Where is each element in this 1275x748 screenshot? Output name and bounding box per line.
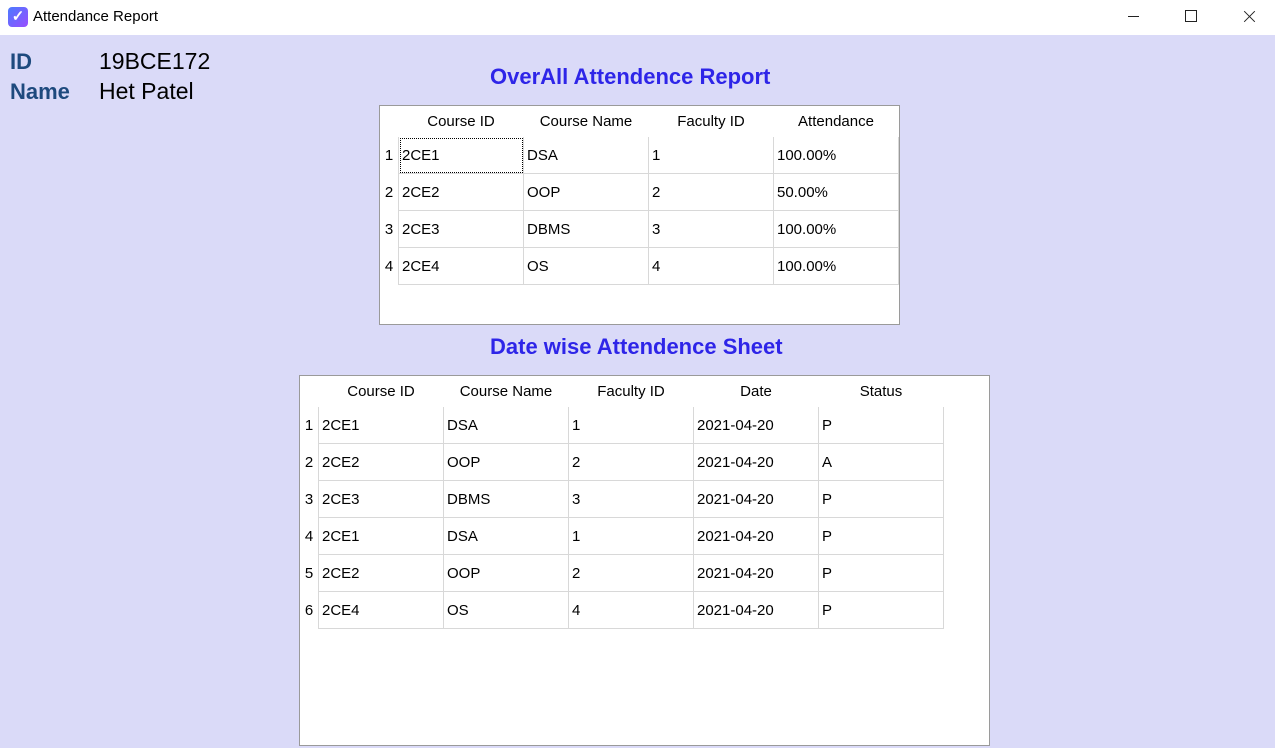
- table-cell[interactable]: 2021-04-20: [693, 407, 819, 444]
- column-header[interactable]: Status: [818, 376, 944, 407]
- table-cell[interactable]: 3: [648, 210, 774, 248]
- row-number[interactable]: 2: [380, 174, 399, 211]
- row-number[interactable]: 4: [300, 518, 319, 555]
- maximize-button[interactable]: [1162, 0, 1220, 33]
- table-cell[interactable]: P: [818, 591, 944, 629]
- table-cell[interactable]: 100.00%: [773, 137, 899, 174]
- row-number[interactable]: 3: [380, 211, 399, 248]
- table-cell[interactable]: OOP: [523, 173, 649, 211]
- table-cell[interactable]: 2CE1: [318, 517, 444, 555]
- table-cell[interactable]: P: [818, 407, 944, 444]
- table-row[interactable]: 1 2CE1 DSA 1 100.00%: [380, 137, 899, 174]
- column-header[interactable]: Course Name: [523, 106, 649, 137]
- column-header[interactable]: Course Name: [443, 376, 569, 407]
- row-number[interactable]: 3: [300, 481, 319, 518]
- row-number[interactable]: 6: [300, 592, 319, 629]
- column-header[interactable]: Faculty ID: [568, 376, 694, 407]
- table-row[interactable]: 2 2CE2 OOP 2 50.00%: [380, 173, 899, 211]
- table-cell[interactable]: 1: [568, 407, 694, 444]
- table-row[interactable]: 3 2CE3 DBMS 3 100.00%: [380, 210, 899, 248]
- column-header[interactable]: Course ID: [318, 376, 444, 407]
- row-number-header: [380, 106, 399, 137]
- column-header[interactable]: Faculty ID: [648, 106, 774, 137]
- table-row[interactable]: 4 2CE4 OS 4 100.00%: [380, 247, 899, 285]
- table-header-row: Course ID Course Name Faculty ID Date St…: [300, 376, 944, 407]
- table-cell[interactable]: DSA: [443, 517, 569, 555]
- app-checkmark-icon: ✓: [8, 7, 28, 27]
- table-cell[interactable]: 2CE2: [398, 173, 524, 211]
- table-cell[interactable]: 2CE1: [398, 137, 524, 174]
- table-cell[interactable]: A: [818, 443, 944, 481]
- table-cell[interactable]: 2CE2: [318, 554, 444, 592]
- title-bar: ✓ Attendance Report: [0, 0, 1275, 35]
- table-cell[interactable]: P: [818, 480, 944, 518]
- table-cell[interactable]: 100.00%: [773, 247, 899, 285]
- table-cell[interactable]: 2CE3: [398, 210, 524, 248]
- column-header[interactable]: Course ID: [398, 106, 524, 137]
- table-cell[interactable]: 3: [568, 480, 694, 518]
- table-cell[interactable]: 2CE1: [318, 407, 444, 444]
- table-row[interactable]: 5 2CE2 OOP 2 2021-04-20 P: [300, 554, 944, 592]
- table-row[interactable]: 3 2CE3 DBMS 3 2021-04-20 P: [300, 480, 944, 518]
- table-cell[interactable]: 2: [648, 173, 774, 211]
- row-number[interactable]: 2: [300, 444, 319, 481]
- table-row[interactable]: 4 2CE1 DSA 1 2021-04-20 P: [300, 517, 944, 555]
- table-row[interactable]: 6 2CE4 OS 4 2021-04-20 P: [300, 591, 944, 629]
- table-cell[interactable]: P: [818, 517, 944, 555]
- table-cell[interactable]: P: [818, 554, 944, 592]
- table-cell[interactable]: DSA: [523, 137, 649, 174]
- table-cell[interactable]: 2CE4: [318, 591, 444, 629]
- table-cell[interactable]: OOP: [443, 554, 569, 592]
- table-cell[interactable]: DSA: [443, 407, 569, 444]
- table-header-row: Course ID Course Name Faculty ID Attenda…: [380, 106, 899, 137]
- table-cell[interactable]: DBMS: [523, 210, 649, 248]
- table-cell[interactable]: 4: [568, 591, 694, 629]
- table-cell[interactable]: 100.00%: [773, 210, 899, 248]
- column-header[interactable]: Attendance: [773, 106, 899, 137]
- table-cell[interactable]: 2: [568, 554, 694, 592]
- table-cell[interactable]: OS: [523, 247, 649, 285]
- overall-report-heading: OverAll Attendence Report: [490, 64, 771, 89]
- id-label: ID: [10, 49, 32, 74]
- table-cell[interactable]: 2021-04-20: [693, 480, 819, 518]
- table-cell[interactable]: 2: [568, 443, 694, 481]
- window-title: Attendance Report: [33, 8, 159, 25]
- table-cell[interactable]: OS: [443, 591, 569, 629]
- table-cell[interactable]: 2021-04-20: [693, 591, 819, 629]
- row-number[interactable]: 1: [380, 137, 399, 174]
- table-cell[interactable]: 2021-04-20: [693, 554, 819, 592]
- table-cell[interactable]: 2021-04-20: [693, 517, 819, 555]
- id-value: 19BCE172: [99, 48, 211, 74]
- table-cell[interactable]: 1: [648, 137, 774, 174]
- name-value: Het Patel: [99, 78, 194, 104]
- table-cell[interactable]: 4: [648, 247, 774, 285]
- datewise-sheet-heading: Date wise Attendence Sheet: [490, 334, 783, 359]
- overall-attendance-table[interactable]: Course ID Course Name Faculty ID Attenda…: [379, 105, 900, 325]
- row-number[interactable]: 4: [380, 248, 399, 285]
- column-header[interactable]: Date: [693, 376, 819, 407]
- minimize-button[interactable]: [1104, 0, 1162, 33]
- table-row[interactable]: 2 2CE2 OOP 2 2021-04-20 A: [300, 443, 944, 481]
- table-cell[interactable]: DBMS: [443, 480, 569, 518]
- table-cell[interactable]: 2CE4: [398, 247, 524, 285]
- table-cell[interactable]: 50.00%: [773, 173, 899, 211]
- row-number-header: [300, 376, 319, 407]
- close-button[interactable]: [1220, 0, 1275, 33]
- table-cell[interactable]: 1: [568, 517, 694, 555]
- table-cell[interactable]: 2021-04-20: [693, 443, 819, 481]
- row-number[interactable]: 1: [300, 407, 319, 444]
- table-cell[interactable]: 2CE3: [318, 480, 444, 518]
- table-cell[interactable]: OOP: [443, 443, 569, 481]
- datewise-attendance-table[interactable]: Course ID Course Name Faculty ID Date St…: [299, 375, 990, 746]
- row-number[interactable]: 5: [300, 555, 319, 592]
- table-row[interactable]: 1 2CE1 DSA 1 2021-04-20 P: [300, 407, 944, 444]
- table-cell[interactable]: 2CE2: [318, 443, 444, 481]
- name-label: Name: [10, 79, 70, 104]
